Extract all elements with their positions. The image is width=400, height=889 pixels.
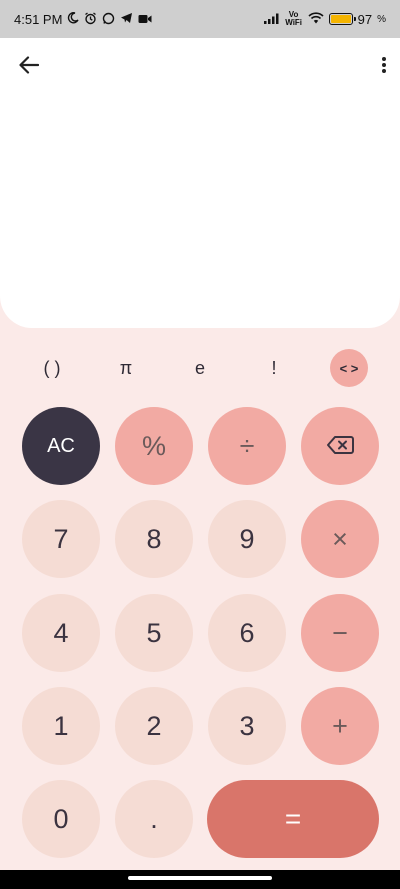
alarm-icon — [84, 11, 97, 27]
whatsapp-icon — [102, 12, 115, 27]
equals-button[interactable]: = — [207, 780, 379, 858]
all-clear-button[interactable]: AC — [22, 407, 100, 485]
digit-8-button[interactable]: 8 — [115, 500, 193, 578]
digit-9-button[interactable]: 9 — [208, 500, 286, 578]
wifi-icon — [308, 12, 324, 26]
battery-fill — [330, 15, 351, 23]
minus-button[interactable]: − — [301, 594, 379, 672]
calculator-display — [0, 38, 400, 328]
plus-button[interactable]: + — [301, 687, 379, 765]
home-gesture-handle[interactable] — [128, 876, 272, 880]
more-vertical-icon — [381, 56, 387, 79]
navigation-bar — [0, 870, 400, 889]
status-time: 4:51 PM — [14, 11, 63, 27]
e-key[interactable]: e — [180, 348, 220, 388]
signal-icon — [263, 13, 280, 26]
percent-button[interactable]: % — [115, 407, 193, 485]
back-button[interactable] — [12, 52, 46, 82]
status-left: 4:51 PM — [14, 12, 152, 27]
status-bar: 4:51 PM Vo WiFi 97% — [0, 0, 400, 38]
digit-5-button[interactable]: 5 — [115, 594, 193, 672]
scientific-row: ( ) π e ! < > — [0, 348, 400, 388]
percent-sign: % — [377, 13, 386, 25]
digit-3-button[interactable]: 3 — [208, 687, 286, 765]
vowifi-icon: Vo WiFi — [285, 10, 303, 27]
telegram-icon — [120, 12, 133, 26]
factorial-key[interactable]: ! — [254, 348, 294, 388]
more-options-button[interactable] — [372, 52, 396, 82]
pi-key[interactable]: π — [106, 348, 146, 388]
battery-icon — [328, 13, 356, 25]
arrow-left-icon — [19, 55, 40, 79]
digit-0-button[interactable]: 0 — [22, 780, 100, 858]
parentheses-key[interactable]: ( ) — [26, 348, 78, 388]
backspace-icon — [326, 431, 354, 462]
digit-7-button[interactable]: 7 — [22, 500, 100, 578]
expand-toggle-button[interactable]: < > — [330, 349, 368, 387]
digit-6-button[interactable]: 6 — [208, 594, 286, 672]
multiply-button[interactable]: × — [301, 500, 379, 578]
digit-2-button[interactable]: 2 — [115, 687, 193, 765]
moon-icon — [67, 12, 80, 26]
decimal-point-button[interactable]: . — [115, 780, 193, 858]
video-camera-icon — [138, 13, 152, 26]
digit-1-button[interactable]: 1 — [22, 687, 100, 765]
status-right: Vo WiFi 97% — [263, 10, 386, 27]
backspace-button[interactable] — [301, 407, 379, 485]
divide-button[interactable]: ÷ — [208, 407, 286, 485]
battery-percent: 97 — [357, 11, 373, 27]
digit-4-button[interactable]: 4 — [22, 594, 100, 672]
